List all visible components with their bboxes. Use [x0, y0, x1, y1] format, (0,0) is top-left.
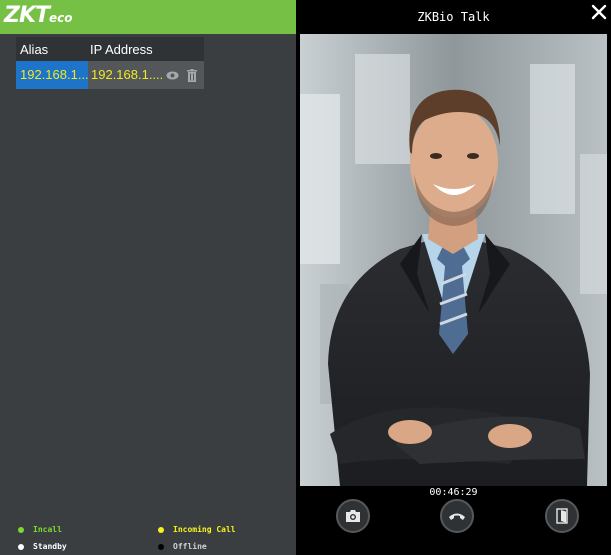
window-title: ZKBio Talk	[417, 10, 490, 24]
caller-video-image	[300, 34, 607, 486]
status-dot-icon	[18, 526, 24, 533]
eye-icon[interactable]	[162, 61, 182, 89]
trash-icon[interactable]	[182, 61, 202, 89]
brand-bar: ZKTeco	[0, 0, 296, 34]
status-dot-icon	[18, 543, 24, 550]
close-icon[interactable]	[591, 4, 607, 20]
camera-icon	[346, 510, 360, 522]
ip-cell[interactable]: 192.168.1....	[88, 61, 162, 89]
table-header: Alias IP Address	[16, 37, 204, 61]
unlock-door-button[interactable]	[545, 499, 579, 533]
column-header-alias: Alias	[20, 41, 49, 57]
hangup-button[interactable]	[440, 499, 474, 533]
zkteco-logo: ZKTeco	[4, 3, 73, 28]
legend-offline: Offline	[158, 542, 207, 551]
video-feed	[300, 34, 607, 486]
call-timer: 00:46:29	[429, 487, 478, 498]
talk-panel: ZKBio Talk 00:46:29	[296, 0, 611, 555]
legend-incoming-call: Incoming Call	[158, 525, 236, 534]
device-panel: ZKTeco Alias IP Address 192.168.1.... 19…	[0, 0, 296, 555]
status-dot-icon	[158, 543, 164, 550]
table-row[interactable]: 192.168.1.... 192.168.1....	[16, 61, 204, 89]
hangup-icon	[449, 513, 465, 520]
snapshot-button[interactable]	[336, 499, 370, 533]
legend-standby: Standby	[18, 542, 67, 551]
legend-incall: Incall	[18, 525, 62, 534]
alias-cell[interactable]: 192.168.1....	[16, 61, 88, 89]
column-header-ip: IP Address	[90, 41, 153, 57]
status-dot-icon	[158, 526, 164, 533]
status-legend: Incall Incoming Call Standby Offline	[0, 520, 296, 555]
door-icon	[556, 508, 568, 524]
device-table: Alias IP Address 192.168.1.... 192.168.1…	[16, 37, 204, 89]
